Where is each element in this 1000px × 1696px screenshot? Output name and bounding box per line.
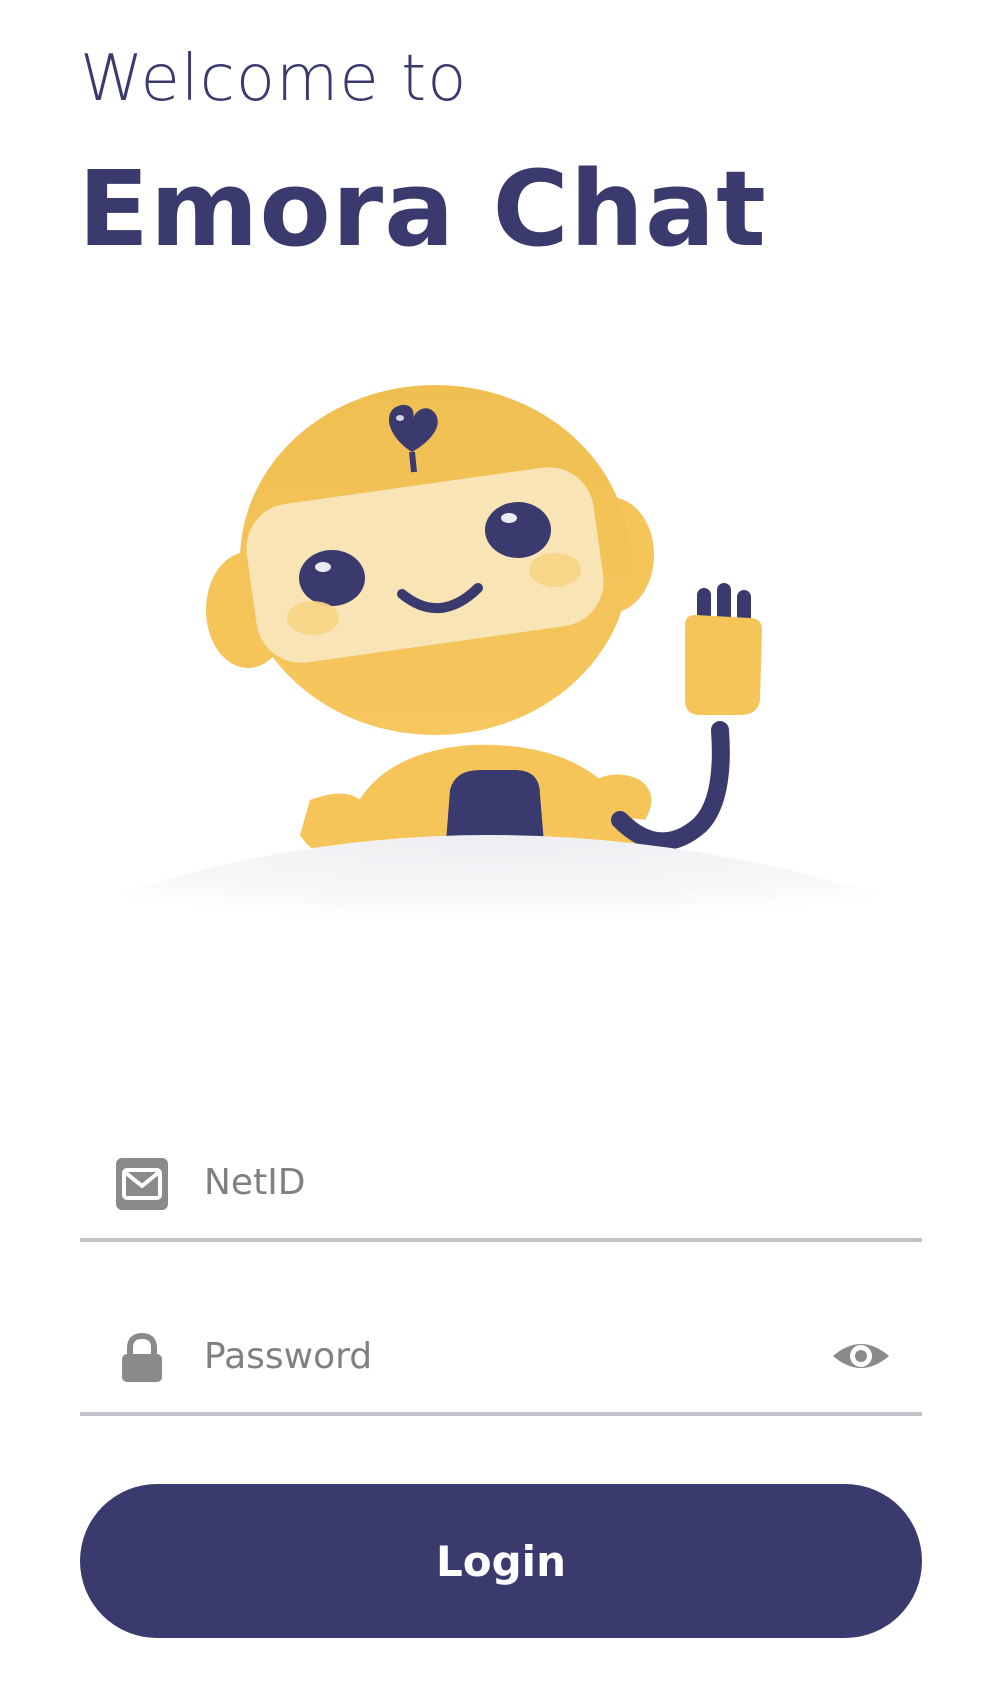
robot-mascot-illustration bbox=[100, 385, 900, 960]
login-button[interactable]: Login bbox=[80, 1484, 922, 1638]
eye-icon[interactable] bbox=[830, 1328, 892, 1384]
envelope-icon bbox=[116, 1158, 168, 1210]
app-title: Emora Chat bbox=[78, 148, 767, 270]
welcome-text: Welcome to bbox=[80, 42, 468, 116]
netid-field[interactable] bbox=[80, 1122, 922, 1242]
netid-input[interactable] bbox=[204, 1150, 804, 1214]
password-field[interactable] bbox=[80, 1296, 922, 1416]
password-input[interactable] bbox=[204, 1324, 804, 1388]
lock-icon bbox=[122, 1332, 162, 1382]
